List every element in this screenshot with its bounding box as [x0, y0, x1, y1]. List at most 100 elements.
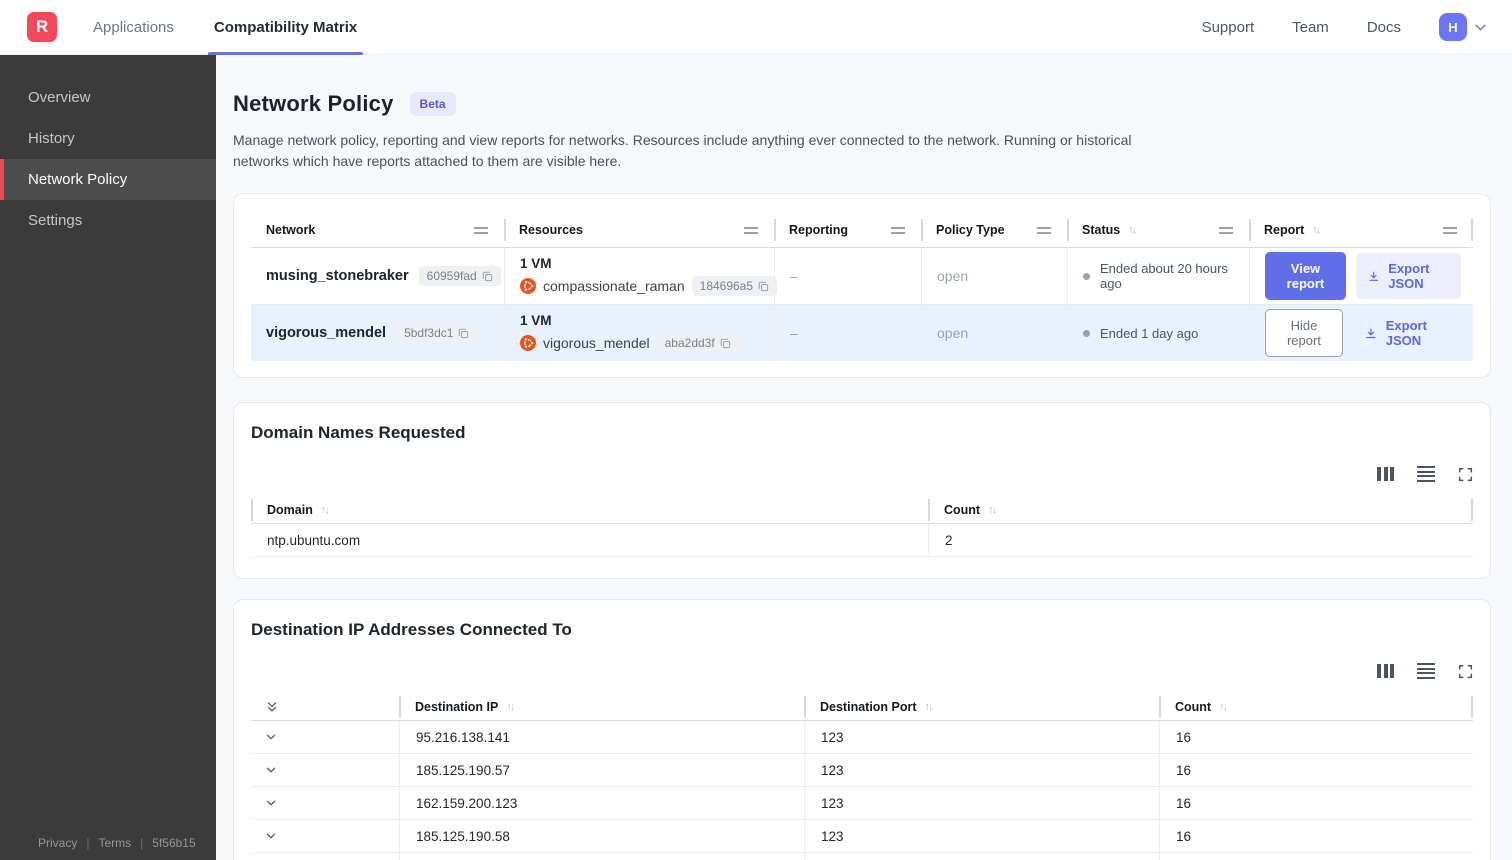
hide-report-button[interactable]: Hide report [1265, 309, 1343, 357]
row-expand-chevron-icon[interactable] [251, 820, 399, 852]
page-description: Manage network policy, reporting and vie… [233, 132, 1132, 169]
status-dot [1083, 272, 1090, 280]
column-header-report[interactable]: Report [1249, 213, 1473, 247]
column-header-reporting: Reporting [774, 213, 921, 247]
resource-id-badge: 184696a5 [691, 276, 778, 296]
tab-compatibility-matrix[interactable]: Compatibility Matrix [207, 0, 364, 55]
sidebar-item-network-policy[interactable]: Network Policy [0, 159, 216, 200]
footer-divider: | [140, 836, 144, 850]
column-header-count[interactable]: Count [928, 497, 1473, 523]
column-label: Report [1264, 223, 1305, 237]
sidebar-item-overview[interactable]: Overview [0, 77, 216, 118]
row-expand-chevron-icon[interactable] [251, 787, 399, 819]
sort-icon[interactable] [1128, 224, 1135, 236]
column-handle-icon[interactable] [1443, 226, 1457, 234]
chevron-down-icon[interactable] [1473, 20, 1488, 35]
privacy-link[interactable]: Privacy [38, 836, 77, 850]
active-tab-underline [207, 51, 364, 55]
sort-icon[interactable] [925, 701, 932, 713]
resource-name: vigorous_mendel [543, 335, 650, 351]
destination-ip-value: 95.216.100.21 [399, 853, 804, 860]
row-expand-chevron-icon[interactable] [251, 754, 399, 786]
sort-icon[interactable] [1312, 224, 1319, 236]
sort-icon[interactable] [321, 504, 328, 516]
export-json-button[interactable]: Export JSON [1353, 310, 1461, 356]
copy-icon[interactable] [458, 328, 469, 339]
terms-link[interactable]: Terms [98, 836, 131, 850]
columns-view-icon[interactable] [1377, 467, 1394, 481]
expand-fullscreen-icon[interactable] [1458, 467, 1473, 482]
nav-link-support[interactable]: Support [1202, 19, 1255, 36]
column-header-resources: Resources [504, 213, 774, 247]
network-row-musing-stonebraker[interactable]: musing_stonebraker 60959fad 1 VM compass… [251, 248, 1473, 304]
column-handle-icon[interactable] [744, 226, 758, 234]
sidebar-item-history[interactable]: History [0, 118, 216, 159]
domain-value: ntp.ubuntu.com [267, 532, 361, 548]
nav-link-team[interactable]: Team [1292, 19, 1329, 36]
resource-count: 1 VM [520, 256, 552, 271]
column-handle-icon[interactable] [474, 226, 488, 234]
top-navigation-bar: R Applications Compatibility Matrix Supp… [0, 0, 1512, 55]
column-header-count[interactable]: Count [1159, 694, 1473, 720]
count-value: 16 [1159, 853, 1473, 860]
beta-badge: Beta [409, 92, 456, 116]
column-label: Policy Type [936, 223, 1005, 237]
destination-port-value: 123 [804, 787, 1159, 819]
count-value: 16 [1159, 754, 1473, 786]
avatar[interactable]: H [1439, 13, 1467, 41]
destination-ip-value: 95.216.138.141 [399, 721, 804, 753]
download-icon [1369, 271, 1379, 281]
sidebar-item-settings[interactable]: Settings [0, 200, 216, 241]
row-density-icon[interactable] [1417, 663, 1435, 679]
destination-row[interactable]: 185.125.190.58 123 16 [251, 820, 1473, 853]
view-report-button[interactable]: View report [1265, 252, 1346, 300]
expand-all-icon[interactable] [265, 700, 279, 714]
domain-row[interactable]: ntp.ubuntu.com 2 [251, 524, 1473, 557]
networks-table-header: Network Resources Reporting Policy Type … [251, 213, 1473, 248]
download-icon [1366, 327, 1376, 338]
expand-all-column-header[interactable] [251, 694, 399, 720]
policy-type-value: open [937, 325, 969, 341]
copy-icon[interactable] [720, 338, 731, 349]
column-header-domain[interactable]: Domain [251, 497, 928, 523]
destination-row[interactable]: 162.159.200.123 123 16 [251, 787, 1473, 820]
reporting-value: – [790, 325, 798, 341]
copy-icon[interactable] [758, 281, 769, 292]
row-expand-chevron-icon[interactable] [251, 853, 399, 860]
column-handle-icon[interactable] [1037, 226, 1051, 234]
status-dot [1083, 329, 1090, 337]
destination-port-value: 123 [804, 853, 1159, 860]
sidebar-footer: Privacy | Terms | 5f56b15 [38, 836, 196, 850]
ubuntu-icon [520, 335, 536, 351]
destination-row[interactable]: 95.216.100.21 123 16 [251, 853, 1473, 860]
row-density-icon[interactable] [1417, 466, 1435, 482]
footer-divider: | [86, 836, 90, 850]
sort-icon[interactable] [1219, 701, 1226, 713]
row-expand-chevron-icon[interactable] [251, 721, 399, 753]
network-id: 60959fad [426, 269, 477, 283]
column-handle-icon[interactable] [891, 226, 905, 234]
destination-row[interactable]: 95.216.138.141 123 16 [251, 721, 1473, 754]
column-header-status[interactable]: Status [1067, 213, 1249, 247]
column-header-destination-ip[interactable]: Destination IP [399, 694, 804, 720]
destination-row[interactable]: 185.125.190.57 123 16 [251, 754, 1473, 787]
column-header-destination-port[interactable]: Destination Port [804, 694, 1159, 720]
copy-icon[interactable] [482, 271, 493, 282]
sort-icon[interactable] [988, 504, 995, 516]
tab-applications[interactable]: Applications [91, 0, 176, 55]
resource-count: 1 VM [520, 313, 552, 328]
destination-ip-value: 185.125.190.57 [399, 754, 804, 786]
export-json-button[interactable]: Export JSON [1355, 253, 1461, 299]
app-logo[interactable]: R [27, 12, 57, 42]
column-handle-icon[interactable] [1219, 226, 1233, 234]
resource-id: 184696a5 [699, 279, 754, 293]
columns-view-icon[interactable] [1377, 664, 1394, 678]
domain-names-card: Domain Names Requested Domain Count ntp.… [233, 402, 1491, 579]
network-row-vigorous-mendel[interactable]: vigorous_mendel 5bdf3dc1 1 VM vigorous_m… [251, 304, 1473, 361]
sort-icon[interactable] [506, 701, 513, 713]
expand-fullscreen-icon[interactable] [1458, 664, 1473, 679]
resource-id: aba2dd3f [664, 336, 715, 350]
column-header-policy-type: Policy Type [921, 213, 1067, 247]
nav-link-docs[interactable]: Docs [1367, 19, 1401, 36]
column-label: Status [1082, 223, 1121, 237]
